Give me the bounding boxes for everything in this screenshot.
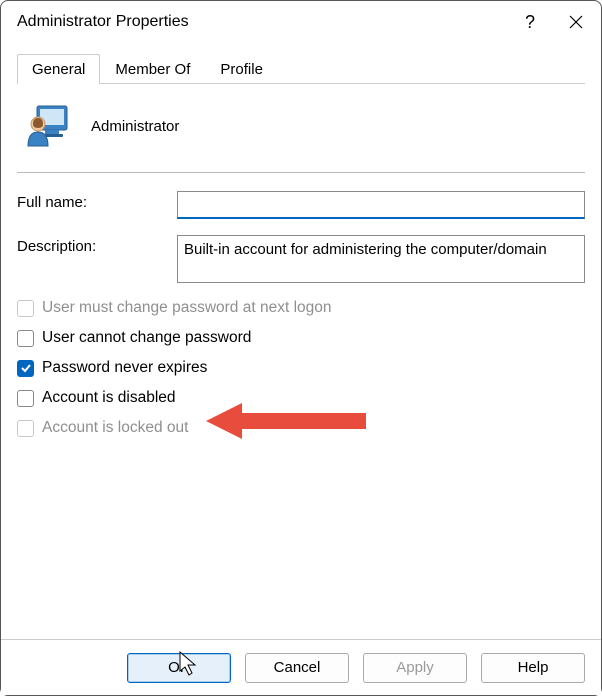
user-account-icon: [25, 102, 73, 150]
user-header: Administrator: [17, 84, 585, 168]
chk-account-locked-out: Account is locked out: [17, 419, 585, 437]
tab-member-of[interactable]: Member Of: [100, 54, 205, 84]
checkbox-icon: [17, 420, 34, 437]
description-input[interactable]: [177, 235, 585, 283]
title-bar: Administrator Properties ?: [1, 1, 601, 43]
tab-label: Profile: [220, 61, 263, 78]
checkbox-icon: [17, 330, 34, 347]
full-name-input[interactable]: [177, 191, 585, 219]
tab-general[interactable]: General: [17, 54, 100, 84]
row-full-name: Full name:: [17, 191, 585, 219]
chk-password-never-expires[interactable]: Password never expires: [17, 359, 585, 377]
chk-must-change-password: User must change password at next logon: [17, 299, 585, 317]
divider: [17, 172, 585, 173]
row-description: Description:: [17, 235, 585, 283]
tab-label: General: [32, 61, 85, 78]
chk-cannot-change-password[interactable]: User cannot change password: [17, 329, 585, 347]
checkbox-group: User must change password at next logon …: [17, 299, 585, 437]
checkbox-icon: [17, 360, 34, 377]
checkbox-icon: [17, 390, 34, 407]
button-bar: OK Cancel Apply Help: [1, 639, 601, 695]
chk-account-disabled[interactable]: Account is disabled: [17, 389, 585, 407]
help-icon: ?: [525, 12, 535, 33]
chk-label: Password never expires: [42, 359, 207, 377]
description-label: Description:: [17, 235, 167, 255]
window-title: Administrator Properties: [17, 13, 507, 31]
chk-label: Account is locked out: [42, 419, 188, 437]
user-display-name: Administrator: [91, 118, 179, 135]
tab-strip: General Member Of Profile: [17, 51, 585, 84]
close-button[interactable]: [553, 1, 599, 43]
help-button[interactable]: ?: [507, 1, 553, 43]
apply-button[interactable]: Apply: [363, 653, 467, 683]
chk-label: Account is disabled: [42, 389, 176, 407]
ok-button[interactable]: OK: [127, 653, 231, 683]
help-button-bottom[interactable]: Help: [481, 653, 585, 683]
chk-label: User must change password at next logon: [42, 299, 332, 317]
close-icon: [569, 15, 583, 29]
tab-profile[interactable]: Profile: [205, 54, 278, 84]
dialog-content: General Member Of Profile Administrator …: [1, 43, 601, 437]
checkbox-icon: [17, 300, 34, 317]
full-name-label: Full name:: [17, 191, 167, 211]
cancel-button[interactable]: Cancel: [245, 653, 349, 683]
tab-label: Member Of: [115, 61, 190, 78]
chk-label: User cannot change password: [42, 329, 251, 347]
